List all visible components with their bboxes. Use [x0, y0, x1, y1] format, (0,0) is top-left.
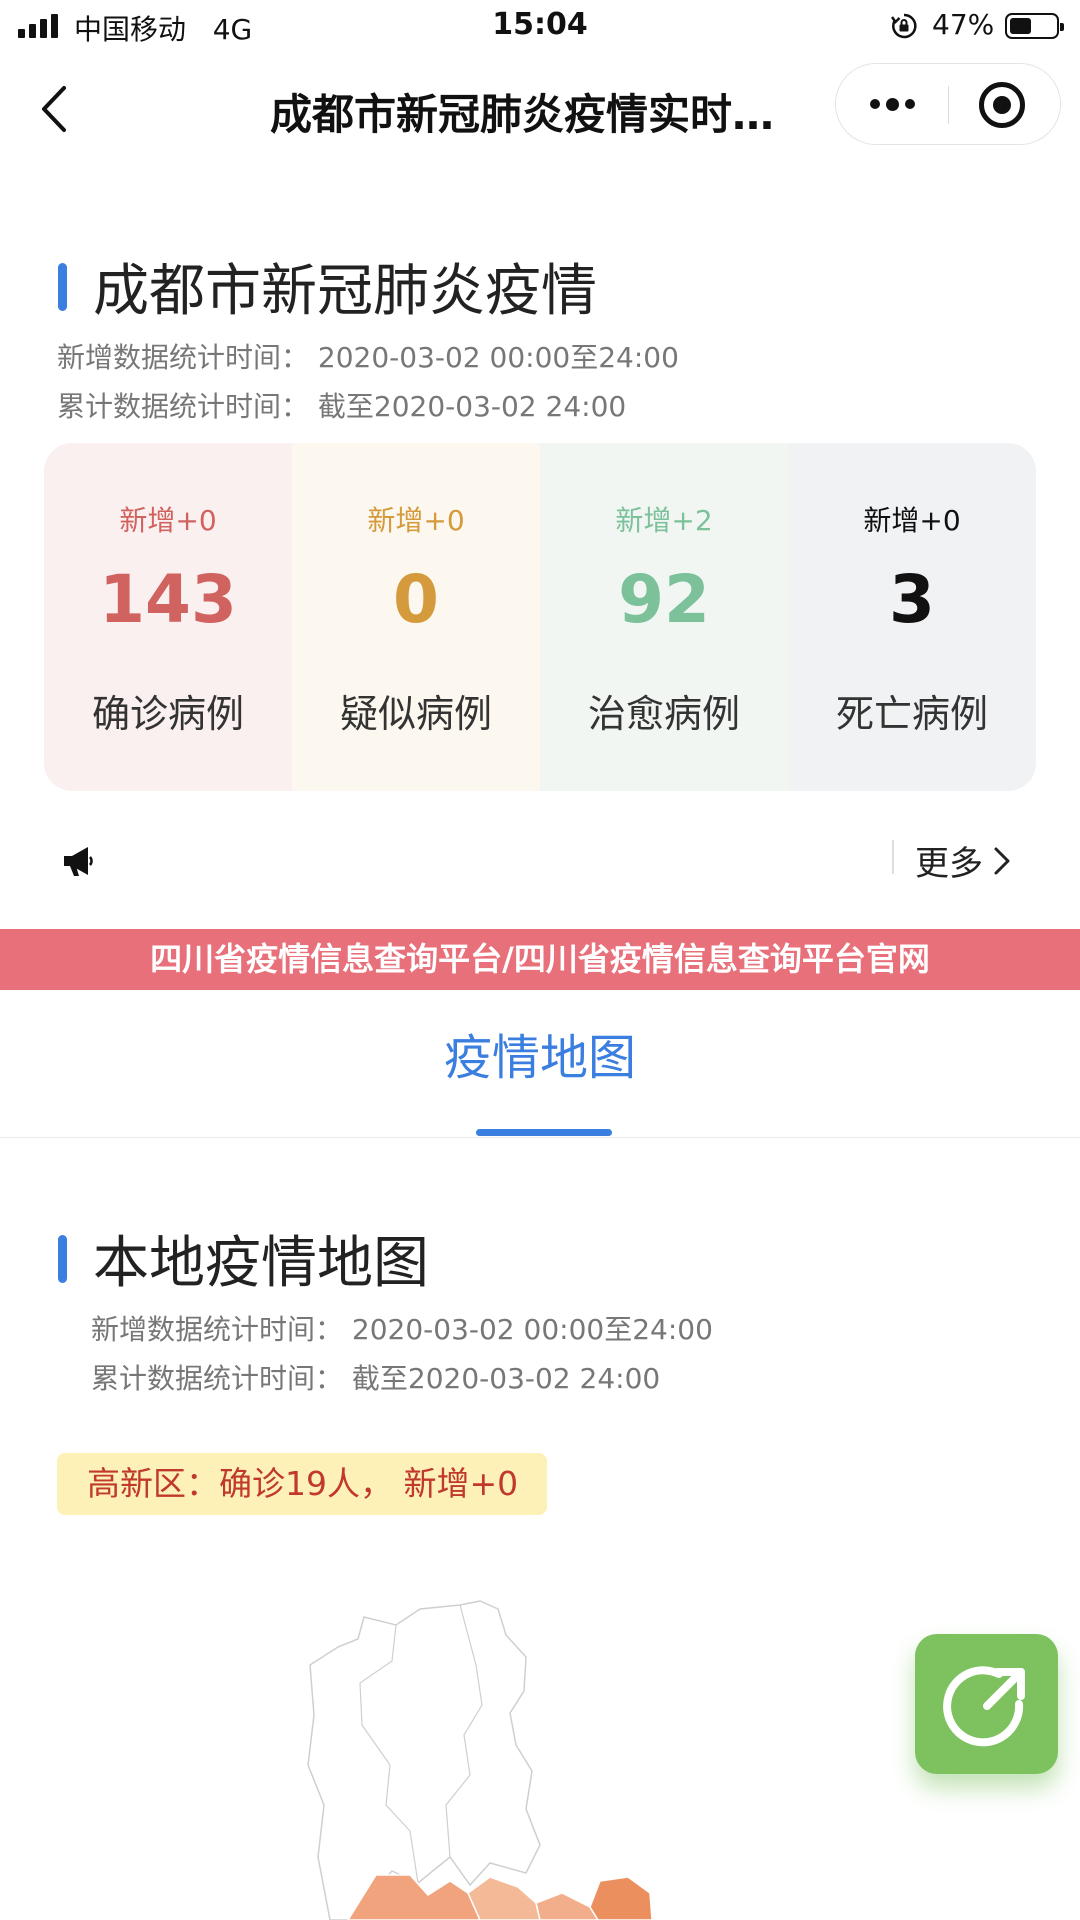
tab-indicator	[476, 1129, 612, 1136]
stat-suspected: 新增+0 0 疑似病例	[292, 443, 540, 791]
section-accent-bar	[58, 1234, 67, 1283]
megaphone-icon	[64, 847, 93, 876]
stat-increase: 新增+0	[367, 504, 465, 537]
stat-value: 92	[618, 561, 710, 638]
target-icon[interactable]	[979, 82, 1025, 128]
more-label: 更多	[915, 844, 983, 884]
stat-cured: 新增+2 92 治愈病例	[540, 443, 788, 791]
stat-label: 疑似病例	[339, 692, 492, 736]
district-badge: 高新区：确诊19人， 新增+0	[57, 1453, 547, 1515]
new-data-time: 新增数据统计时间： 2020-03-02 00:00至24:00	[57, 341, 679, 374]
nav-bar: 成都市新冠肺炎疫情实时动态	[0, 54, 1080, 164]
stat-confirmed: 新增+0 143 确诊病例	[44, 443, 292, 791]
section-accent-bar	[58, 262, 67, 311]
battery-percentage: 47%	[932, 8, 995, 41]
map-new-data-time: 新增数据统计时间： 2020-03-02 00:00至24:00	[91, 1313, 713, 1346]
stat-increase: 新增+0	[863, 504, 961, 537]
site-banner: 四川省疫情信息查询平台/四川省疫情信息查询平台官网	[0, 929, 1080, 990]
tab-divider	[0, 1137, 1080, 1138]
stat-increase: 新增+0	[119, 504, 217, 537]
more-link[interactable]: 更多	[915, 836, 1011, 885]
banner-text: 四川省疫情信息查询平台/四川省疫情信息查询平台官网	[150, 940, 930, 978]
stat-increase: 新增+2	[615, 504, 713, 537]
chevron-right-icon	[994, 847, 1010, 874]
city-section-header: 成都市新冠肺炎疫情	[58, 246, 597, 327]
page-title: 成都市新冠肺炎疫情实时动态	[270, 90, 810, 139]
share-icon	[943, 1666, 1025, 1747]
back-icon[interactable]	[36, 84, 72, 134]
clock: 15:04	[492, 7, 588, 42]
epidemic-map[interactable]	[300, 1595, 820, 1920]
city-section-title: 成都市新冠肺炎疫情	[93, 259, 597, 324]
total-data-time: 累计数据统计时间： 截至2020-03-02 24:00	[57, 390, 627, 423]
stat-value: 0	[393, 561, 439, 638]
stat-label: 死亡病例	[835, 692, 988, 736]
map-section-title: 本地疫情地图	[93, 1231, 429, 1296]
stat-deaths: 新增+0 3 死亡病例	[788, 443, 1036, 791]
tab-epidemic-map[interactable]: 疫情地图	[0, 1018, 1080, 1088]
status-bar: 中国移动 4G 15:04 47%	[0, 0, 1080, 54]
stats-card: 新增+0 143 确诊病例 新增+0 0 疑似病例 新增+2 92 治愈病例 新…	[44, 443, 1036, 791]
more-divider	[892, 840, 894, 874]
battery-fill	[1010, 18, 1031, 34]
share-button[interactable]	[915, 1634, 1058, 1774]
stat-label: 治愈病例	[587, 692, 740, 736]
more-icon[interactable]	[836, 64, 948, 144]
stat-value: 143	[99, 561, 237, 638]
mini-program-capsule	[835, 63, 1061, 145]
rotation-lock-icon	[891, 13, 917, 39]
map-total-data-time: 累计数据统计时间： 截至2020-03-02 24:00	[91, 1362, 661, 1395]
map-section-header: 本地疫情地图	[58, 1218, 429, 1299]
battery-icon	[1005, 13, 1064, 39]
stat-label: 确诊病例	[91, 692, 244, 736]
stat-value: 3	[889, 561, 935, 638]
